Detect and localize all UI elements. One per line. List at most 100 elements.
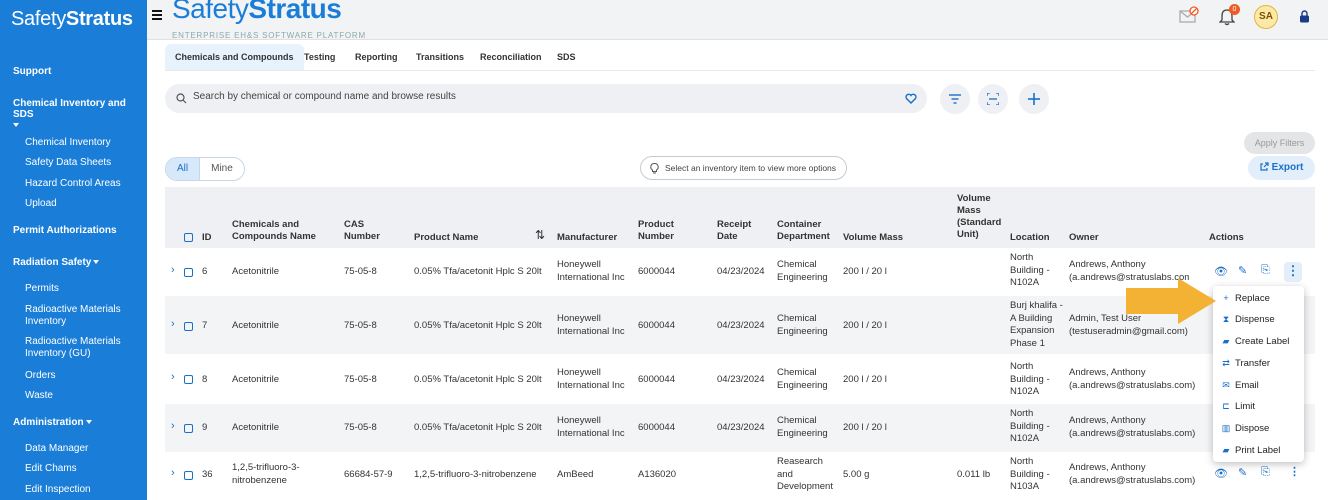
view-eye-icon[interactable]: 👁: [1214, 467, 1228, 480]
select-all-checkbox[interactable]: [184, 233, 193, 242]
col-container-department[interactable]: Container Department: [777, 219, 837, 243]
col-id[interactable]: ID: [202, 232, 212, 244]
sidebar-item-edit-chams[interactable]: Edit Chams: [25, 463, 143, 475]
document-icon[interactable]: ⎘: [1261, 264, 1270, 277]
menu-item-dispense[interactable]: ⧗ Dispense: [1221, 314, 1275, 325]
row-checkbox[interactable]: [184, 268, 193, 277]
row-checkbox[interactable]: [184, 322, 193, 331]
menu-item-create-label[interactable]: ▰ Create Label: [1221, 336, 1290, 347]
col-actions: Actions: [1209, 232, 1244, 243]
menu-item-transfer[interactable]: ⇄ Transfer: [1221, 358, 1270, 369]
scan-button[interactable]: [978, 84, 1008, 114]
cell-cas: 75-05-8: [344, 374, 377, 385]
cell-volume: 5.00 g: [843, 469, 870, 480]
cell-product-number: A136020: [638, 469, 677, 480]
row-checkbox[interactable]: [184, 375, 193, 384]
cell-department: Chemical Engineering: [777, 313, 828, 337]
expand-chevron-icon[interactable]: ›: [171, 420, 175, 432]
mine-toggle-button[interactable]: Mine: [199, 158, 244, 180]
cell-location: Burj khalifa - A Building Expansion Phas…: [1010, 300, 1063, 349]
sidebar-logo[interactable]: SafetyStratus: [11, 8, 133, 31]
cell-name: Acetonitrile: [232, 374, 279, 385]
sidebar-item-chemical-inventory[interactable]: Chemical Inventory: [25, 137, 143, 149]
cell-product-number: 6000044: [638, 422, 675, 433]
sidebar-item-safety-data-sheets[interactable]: Safety Data Sheets: [25, 157, 143, 169]
col-volume-mass-standard[interactable]: Volume Mass (Standard Unit): [957, 193, 1007, 241]
tab-reconciliation[interactable]: Reconciliation: [480, 44, 542, 70]
tab-transitions[interactable]: Transitions: [416, 44, 464, 70]
sidebar-item-administration[interactable]: Administration: [13, 417, 92, 428]
hamburger-menu-icon[interactable]: [152, 10, 162, 22]
sidebar-item-data-manager[interactable]: Data Manager: [25, 443, 143, 455]
search-input[interactable]: [193, 91, 893, 102]
table-row[interactable]: › 9 Acetonitrile 75-05-8 0.05% Tfa/aceto…: [165, 404, 1315, 452]
export-icon: [1260, 162, 1269, 171]
caret-down-icon: [93, 260, 100, 265]
row-checkbox[interactable]: [184, 471, 193, 480]
apply-filters-button[interactable]: Apply Filters: [1244, 132, 1315, 154]
cell-name: Acetonitrile: [232, 422, 279, 433]
col-manufacturer[interactable]: Manufacturer: [557, 232, 617, 244]
expand-chevron-icon[interactable]: ›: [171, 318, 175, 330]
lock-icon[interactable]: [1299, 10, 1310, 23]
sidebar-item-chemical-inventory-sds[interactable]: Chemical Inventory and SDS: [13, 98, 147, 131]
table-row[interactable]: › 8 Acetonitrile 75-05-8 0.05% Tfa/aceto…: [165, 354, 1315, 404]
filter-button[interactable]: [940, 84, 970, 114]
avatar[interactable]: SA: [1254, 5, 1278, 29]
sort-icon[interactable]: ⇅: [535, 229, 545, 241]
tab-chemicals-and-compounds[interactable]: Chemicals and Compounds: [165, 44, 304, 70]
col-chemical-name[interactable]: Chemicals and Compounds Name: [232, 219, 327, 243]
cell-name: 1,2,5-trifluoro-3-nitrobenzene: [232, 462, 300, 486]
all-toggle-button[interactable]: All: [166, 158, 200, 180]
sidebar-item-waste[interactable]: Waste: [25, 390, 143, 402]
sidebar-item-permits[interactable]: Permits: [25, 283, 143, 295]
edit-pencil-icon[interactable]: ✎: [1238, 466, 1247, 479]
sidebar-item-hazard-control-areas[interactable]: Hazard Control Areas: [25, 178, 143, 190]
sidebar-item-support[interactable]: Support: [13, 66, 51, 77]
more-actions-button[interactable]: ⋮: [1289, 465, 1300, 478]
col-receipt-date[interactable]: Receipt Date: [717, 219, 767, 243]
expand-chevron-icon[interactable]: ›: [171, 264, 175, 276]
cell-product-number: 6000044: [638, 320, 675, 331]
tab-testing[interactable]: Testing: [304, 44, 335, 70]
col-owner[interactable]: Owner: [1069, 232, 1099, 244]
sidebar-item-radiation-safety[interactable]: Radiation Safety: [13, 257, 100, 268]
menu-item-email[interactable]: ✉ Email: [1221, 380, 1259, 391]
cell-id: 7: [202, 320, 208, 331]
tab-reporting[interactable]: Reporting: [355, 44, 398, 70]
mail-muted-icon[interactable]: [1179, 6, 1199, 24]
favorite-heart-icon[interactable]: [905, 93, 917, 104]
sidebar-item-radioactive-materials-inventory-gu[interactable]: Radioactive Materials Inventory (GU): [25, 336, 143, 360]
menu-item-limit[interactable]: ⊏ Limit: [1221, 401, 1255, 412]
sidebar-item-orders[interactable]: Orders: [25, 370, 143, 382]
cell-product-number: 6000044: [638, 374, 675, 385]
view-eye-icon[interactable]: 👁: [1214, 265, 1228, 278]
row-checkbox[interactable]: [184, 424, 193, 433]
tab-sds[interactable]: SDS: [557, 44, 576, 70]
export-button[interactable]: Export: [1248, 156, 1315, 180]
cell-product: 0.05% Tfa/acetonit Hplc S 20lt: [414, 422, 542, 433]
col-product-number[interactable]: Product Number: [638, 219, 688, 243]
table-row[interactable]: › 36 1,2,5-trifluoro-3-nitrobenzene 6668…: [165, 452, 1315, 500]
sidebar-item-permit-authorizations[interactable]: Permit Authorizations: [13, 225, 117, 236]
col-cas-number[interactable]: CAS Number: [344, 219, 394, 243]
menu-item-dispose[interactable]: ▥ Dispose: [1221, 423, 1270, 434]
col-location[interactable]: Location: [1010, 232, 1050, 244]
cell-product: 0.05% Tfa/acetonit Hplc S 20lt: [414, 320, 542, 331]
more-actions-button[interactable]: ⋮: [1284, 262, 1302, 282]
email-icon: ✉: [1222, 380, 1230, 390]
expand-chevron-icon[interactable]: ›: [171, 467, 175, 479]
document-icon[interactable]: ⎘: [1261, 466, 1270, 479]
menu-item-replace[interactable]: + Replace: [1221, 293, 1270, 304]
sidebar-item-upload[interactable]: Upload: [25, 198, 143, 210]
menu-item-print-label[interactable]: ▰ Print Label: [1221, 445, 1281, 456]
notification-badge: 0: [1229, 4, 1240, 15]
col-volume-mass[interactable]: Volume Mass: [843, 232, 903, 244]
col-product-name[interactable]: Product Name: [414, 232, 478, 244]
edit-pencil-icon[interactable]: ✎: [1238, 264, 1247, 277]
cell-location: North Building - N102A: [1010, 408, 1050, 444]
add-button[interactable]: [1019, 84, 1049, 114]
sidebar-item-edit-inspection[interactable]: Edit Inspection: [25, 484, 143, 496]
expand-chevron-icon[interactable]: ›: [171, 371, 175, 383]
sidebar-item-radioactive-materials-inventory[interactable]: Radioactive Materials Inventory: [25, 304, 143, 328]
